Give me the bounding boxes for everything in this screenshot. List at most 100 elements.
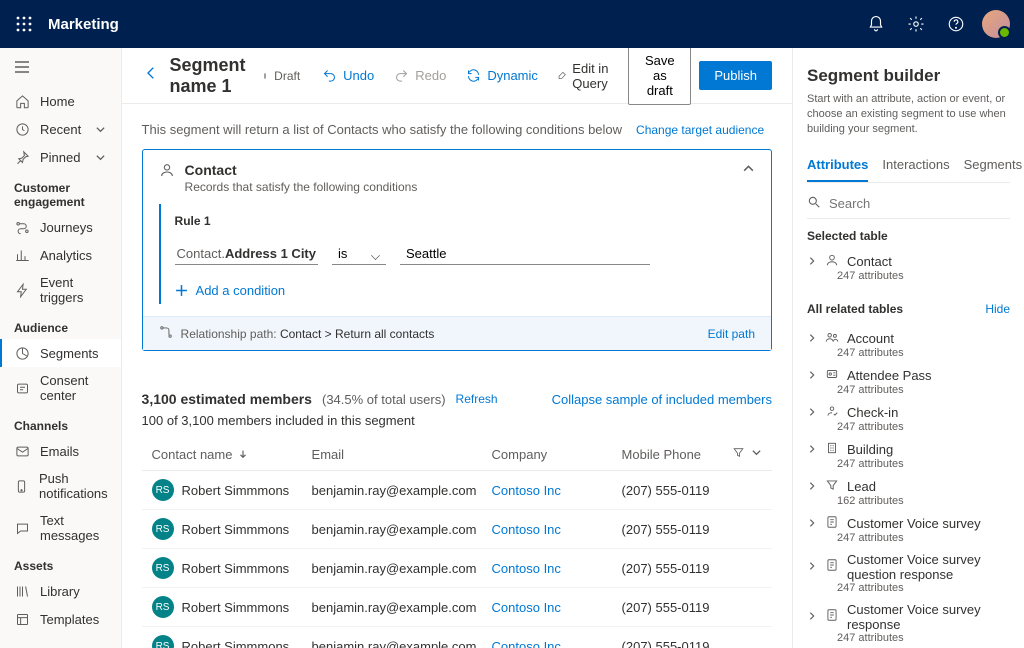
chevron-right-icon — [807, 559, 817, 574]
dynamic-button[interactable]: Dynamic — [460, 62, 544, 89]
back-button[interactable] — [142, 64, 160, 87]
col-company[interactable]: Company — [492, 447, 622, 462]
help-text: This segment will return a list of Conta… — [142, 122, 623, 137]
undo-button[interactable]: Undo — [316, 62, 380, 89]
cell-name: Robert Simmmons — [182, 600, 290, 615]
segments-icon — [14, 345, 30, 361]
tab-interactions[interactable]: Interactions — [882, 151, 949, 182]
rule-operator[interactable]: is — [332, 243, 386, 265]
nav-home[interactable]: Home — [0, 87, 121, 115]
avatar-initials: RS — [152, 635, 174, 648]
collapse-sample-link[interactable]: Collapse sample of included members — [552, 392, 772, 407]
consent-icon — [14, 380, 30, 396]
push-icon — [14, 478, 29, 494]
avatar[interactable] — [982, 10, 1010, 38]
tree-attendee pass[interactable]: Attendee Pass — [807, 367, 1010, 384]
account-icon — [825, 330, 839, 347]
cell-name: Robert Simmmons — [182, 639, 290, 648]
hide-related-link[interactable]: Hide — [985, 302, 1010, 316]
selected-table-label: Selected table — [807, 229, 1010, 243]
tree-account[interactable]: Account — [807, 330, 1010, 347]
nav-templates[interactable]: Templates — [0, 605, 121, 633]
col-contact-name[interactable]: Contact name — [152, 447, 312, 462]
table-row[interactable]: RSRobert Simmmons benjamin.ray@example.c… — [142, 471, 772, 510]
help-icon[interactable] — [936, 4, 976, 44]
tab-attributes[interactable]: Attributes — [807, 151, 868, 182]
table-row[interactable]: RSRobert Simmmons benjamin.ray@example.c… — [142, 510, 772, 549]
nav-emails[interactable]: Emails — [0, 437, 121, 465]
refresh-link[interactable]: Refresh — [456, 392, 498, 406]
cell-name: Robert Simmmons — [182, 483, 290, 498]
filter-icon[interactable] — [732, 446, 745, 462]
nav-analytics[interactable]: Analytics — [0, 241, 121, 269]
app-launcher-icon[interactable] — [8, 8, 40, 40]
segment-group: Contact Records that satisfy the followi… — [142, 149, 772, 351]
edit-query-button[interactable]: Edit in Query — [552, 55, 620, 97]
publish-button[interactable]: Publish — [699, 61, 772, 90]
col-phone[interactable]: Mobile Phone — [622, 447, 732, 462]
cell-company[interactable]: Contoso Inc — [492, 600, 622, 615]
table-row[interactable]: RSRobert Simmmons benjamin.ray@example.c… — [142, 549, 772, 588]
cell-phone: (207) 555-0119 — [622, 600, 732, 615]
tab-segments[interactable]: Segments — [964, 151, 1023, 182]
attribute-search-input[interactable] — [829, 196, 1010, 211]
collapse-group-button[interactable] — [742, 162, 755, 180]
lead-icon — [825, 478, 839, 495]
cell-company[interactable]: Contoso Inc — [492, 561, 622, 576]
tree-lead[interactable]: Lead — [807, 478, 1010, 495]
library-icon — [14, 583, 30, 599]
nav-sms[interactable]: Text messages — [0, 507, 121, 549]
nav-journeys[interactable]: Journeys — [0, 213, 121, 241]
edit-path-link[interactable]: Edit path — [708, 327, 755, 341]
redo-button: Redo — [388, 62, 452, 89]
settings-icon[interactable] — [896, 4, 936, 44]
table-row[interactable]: RSRobert Simmmons benjamin.ray@example.c… — [142, 588, 772, 627]
chevron-down-icon[interactable] — [751, 446, 762, 462]
group-title: Contact — [185, 162, 418, 178]
chevron-right-icon — [807, 405, 817, 420]
nav-section-audience: Audience — [0, 311, 121, 339]
notifications-icon[interactable] — [856, 4, 896, 44]
page-title: Segment name 1 — [170, 55, 246, 97]
nav-recent[interactable]: Recent — [0, 115, 121, 143]
nav-consent-center[interactable]: Consent center — [0, 367, 121, 409]
status-dot — [264, 73, 267, 79]
contact-icon — [159, 162, 175, 183]
nav-library[interactable]: Library — [0, 577, 121, 605]
tree-building[interactable]: Building — [807, 441, 1010, 458]
tree-contact[interactable]: Contact — [807, 253, 1010, 270]
survey-icon — [825, 558, 839, 575]
cell-phone: (207) 555-0119 — [622, 522, 732, 537]
nav-collapse-button[interactable] — [0, 54, 121, 87]
rule-value[interactable] — [400, 243, 650, 265]
templates-icon — [14, 611, 30, 627]
nav-section-channels: Channels — [0, 409, 121, 437]
nav-push[interactable]: Push notifications — [0, 465, 121, 507]
segment-builder-panel: Segment builder Start with an attribute,… — [792, 48, 1024, 648]
tree-customer voice survey response[interactable]: Customer Voice survey response — [807, 602, 1010, 632]
command-bar: Segment name 1 Draft Undo Redo Dynamic E… — [122, 48, 792, 104]
avatar-initials: RS — [152, 596, 174, 618]
change-audience-link[interactable]: Change target audience — [636, 123, 764, 137]
tree-customer voice survey question response[interactable]: Customer Voice survey question response — [807, 552, 1010, 582]
tree-check-in[interactable]: Check-in — [807, 404, 1010, 421]
cell-company[interactable]: Contoso Inc — [492, 522, 622, 537]
save-draft-button[interactable]: Save as draft — [628, 48, 691, 105]
members-grid: Contact name Email Company Mobile Phone … — [142, 438, 772, 648]
cell-company[interactable]: Contoso Inc — [492, 483, 622, 498]
avatar-initials: RS — [152, 518, 174, 540]
table-row[interactable]: RSRobert Simmmons benjamin.ray@example.c… — [142, 627, 772, 648]
col-email[interactable]: Email — [312, 447, 492, 462]
chevron-down-icon — [95, 123, 107, 135]
chevron-right-icon — [807, 609, 817, 624]
rule-attribute[interactable]: Contact.Address 1 City — [175, 242, 318, 265]
nav-segments[interactable]: Segments — [0, 339, 121, 367]
search-icon — [807, 195, 821, 212]
cell-company[interactable]: Contoso Inc — [492, 639, 622, 648]
tree-customer voice survey[interactable]: Customer Voice survey — [807, 515, 1010, 532]
add-condition-button[interactable]: Add a condition — [175, 283, 755, 298]
chevron-right-icon — [807, 442, 817, 457]
cell-phone: (207) 555-0119 — [622, 483, 732, 498]
nav-event-triggers[interactable]: Event triggers — [0, 269, 121, 311]
nav-pinned[interactable]: Pinned — [0, 143, 121, 171]
